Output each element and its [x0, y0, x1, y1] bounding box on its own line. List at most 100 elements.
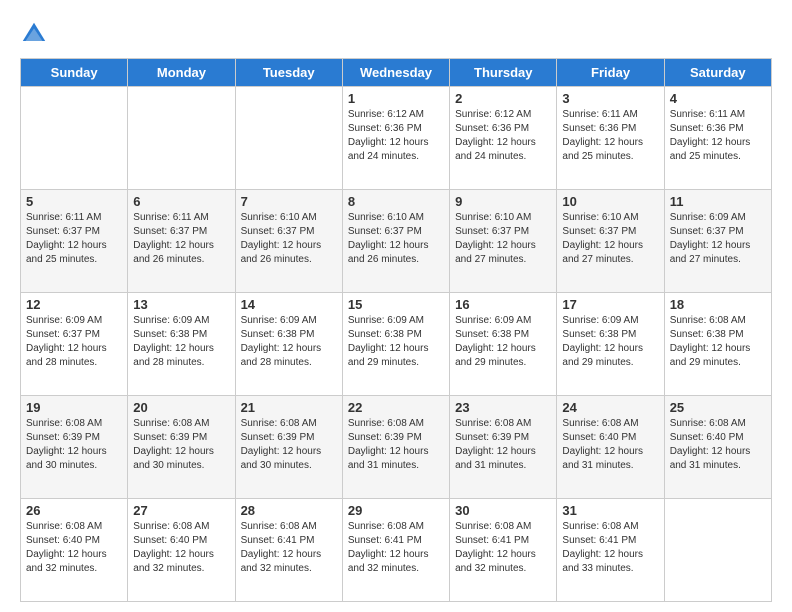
day-number: 9 [455, 194, 551, 209]
day-info: Sunrise: 6:09 AM Sunset: 6:37 PM Dayligh… [670, 211, 766, 267]
day-info: Sunrise: 6:08 AM Sunset: 6:39 PM Dayligh… [133, 417, 229, 473]
col-wednesday: Wednesday [342, 59, 449, 87]
day-number: 3 [562, 91, 658, 106]
day-number: 15 [348, 297, 444, 312]
day-info: Sunrise: 6:08 AM Sunset: 6:39 PM Dayligh… [26, 417, 122, 473]
table-row: 13Sunrise: 6:09 AM Sunset: 6:38 PM Dayli… [128, 293, 235, 396]
day-info: Sunrise: 6:08 AM Sunset: 6:40 PM Dayligh… [670, 417, 766, 473]
table-row: 7 Sunrise: 6:10 AM Sunset: 6:37 PM Daylig… [235, 190, 342, 293]
table-row [128, 87, 235, 190]
table-row: 22 Sunrise: 6:08 AM Sunset: 6:39 PM Dayli… [342, 396, 449, 499]
day-number: 16 [455, 297, 551, 312]
table-row: 11 Sunrise: 6:09 AM Sunset: 6:37 PM Dayli… [664, 190, 771, 293]
table-row: 28Sunrise: 6:08 AM Sunset: 6:41 PM Dayli… [235, 499, 342, 602]
col-sunday: Sunday [21, 59, 128, 87]
day-number: 4 [670, 91, 766, 106]
day-info: Sunrise: 6:11 AM Sunset: 6:36 PM Dayligh… [670, 108, 766, 164]
logo-icon [20, 20, 48, 48]
day-info: Sunrise: 6:10 AM Sunset: 6:37 PM Dayligh… [562, 211, 658, 267]
day-info: Sunrise: 6:12 AM Sunset: 6:36 PM Dayligh… [348, 108, 444, 164]
day-number: 7 [241, 194, 337, 209]
day-info: Sunrise: 6:11 AM Sunset: 6:36 PM Dayligh… [562, 108, 658, 164]
table-row: 31Sunrise: 6:08 AM Sunset: 6:41 PM Dayli… [557, 499, 664, 602]
day-number: 6 [133, 194, 229, 209]
table-row: 14 Sunrise: 6:09 AM Sunset: 6:38 PM Dayli… [235, 293, 342, 396]
day-info: Sunrise: 6:08 AM Sunset: 6:41 PM Dayligh… [455, 520, 551, 576]
day-info: Sunrise: 6:09 AM Sunset: 6:37 PM Dayligh… [26, 314, 122, 370]
day-info: Sunrise: 6:08 AM Sunset: 6:40 PM Dayligh… [562, 417, 658, 473]
table-row: 8 Sunrise: 6:10 AM Sunset: 6:37 PM Daylig… [342, 190, 449, 293]
table-row [235, 87, 342, 190]
table-row: 15 Sunrise: 6:09 AM Sunset: 6:38 PM Dayli… [342, 293, 449, 396]
day-number: 8 [348, 194, 444, 209]
table-row: 9 Sunrise: 6:10 AM Sunset: 6:37 PM Daylig… [450, 190, 557, 293]
day-number: 22 [348, 400, 444, 415]
day-info: Sunrise: 6:08 AM Sunset: 6:39 PM Dayligh… [241, 417, 337, 473]
day-info: Sunrise: 6:08 AM Sunset: 6:40 PM Dayligh… [26, 520, 122, 576]
table-row: 20Sunrise: 6:08 AM Sunset: 6:39 PM Dayli… [128, 396, 235, 499]
table-row: 4 Sunrise: 6:11 AM Sunset: 6:36 PM Daylig… [664, 87, 771, 190]
day-number: 2 [455, 91, 551, 106]
day-info: Sunrise: 6:10 AM Sunset: 6:37 PM Dayligh… [455, 211, 551, 267]
calendar-table: Sunday Monday Tuesday Wednesday Thursday… [20, 58, 772, 602]
day-info: Sunrise: 6:09 AM Sunset: 6:38 PM Dayligh… [348, 314, 444, 370]
day-number: 30 [455, 503, 551, 518]
table-row: 29 Sunrise: 6:08 AM Sunset: 6:41 PM Dayli… [342, 499, 449, 602]
calendar-week-row: 1 Sunrise: 6:12 AM Sunset: 6:36 PM Daylig… [21, 87, 772, 190]
calendar-header-row: Sunday Monday Tuesday Wednesday Thursday… [21, 59, 772, 87]
table-row: 24Sunrise: 6:08 AM Sunset: 6:40 PM Dayli… [557, 396, 664, 499]
day-info: Sunrise: 6:08 AM Sunset: 6:41 PM Dayligh… [348, 520, 444, 576]
day-number: 14 [241, 297, 337, 312]
day-number: 27 [133, 503, 229, 518]
day-number: 18 [670, 297, 766, 312]
calendar-week-row: 26 Sunrise: 6:08 AM Sunset: 6:40 PM Dayli… [21, 499, 772, 602]
header [20, 16, 772, 48]
table-row [21, 87, 128, 190]
day-number: 25 [670, 400, 766, 415]
table-row: 27 Sunrise: 6:08 AM Sunset: 6:40 PM Dayli… [128, 499, 235, 602]
col-tuesday: Tuesday [235, 59, 342, 87]
day-number: 29 [348, 503, 444, 518]
day-number: 11 [670, 194, 766, 209]
page: Sunday Monday Tuesday Wednesday Thursday… [0, 0, 792, 612]
day-number: 26 [26, 503, 122, 518]
table-row: 1 Sunrise: 6:12 AM Sunset: 6:36 PM Daylig… [342, 87, 449, 190]
day-number: 10 [562, 194, 658, 209]
table-row: 18 Sunrise: 6:08 AM Sunset: 6:38 PM Dayli… [664, 293, 771, 396]
calendar-week-row: 5 Sunrise: 6:11 AM Sunset: 6:37 PM Daylig… [21, 190, 772, 293]
day-number: 19 [26, 400, 122, 415]
logo [20, 16, 52, 48]
day-info: Sunrise: 6:09 AM Sunset: 6:38 PM Dayligh… [241, 314, 337, 370]
col-friday: Friday [557, 59, 664, 87]
table-row [664, 499, 771, 602]
day-info: Sunrise: 6:08 AM Sunset: 6:39 PM Dayligh… [455, 417, 551, 473]
day-info: Sunrise: 6:12 AM Sunset: 6:36 PM Dayligh… [455, 108, 551, 164]
table-row: 17 Sunrise: 6:09 AM Sunset: 6:38 PM Dayli… [557, 293, 664, 396]
table-row: 12 Sunrise: 6:09 AM Sunset: 6:37 PM Dayli… [21, 293, 128, 396]
table-row: 25 Sunrise: 6:08 AM Sunset: 6:40 PM Dayli… [664, 396, 771, 499]
day-info: Sunrise: 6:09 AM Sunset: 6:38 PM Dayligh… [562, 314, 658, 370]
day-number: 17 [562, 297, 658, 312]
day-number: 1 [348, 91, 444, 106]
table-row: 19 Sunrise: 6:08 AM Sunset: 6:39 PM Dayli… [21, 396, 128, 499]
table-row: 2 Sunrise: 6:12 AM Sunset: 6:36 PM Daylig… [450, 87, 557, 190]
day-info: Sunrise: 6:08 AM Sunset: 6:38 PM Dayligh… [670, 314, 766, 370]
col-thursday: Thursday [450, 59, 557, 87]
day-info: Sunrise: 6:11 AM Sunset: 6:37 PM Dayligh… [26, 211, 122, 267]
day-number: 23 [455, 400, 551, 415]
day-info: Sunrise: 6:08 AM Sunset: 6:40 PM Dayligh… [133, 520, 229, 576]
day-number: 12 [26, 297, 122, 312]
day-number: 5 [26, 194, 122, 209]
day-number: 21 [241, 400, 337, 415]
col-monday: Monday [128, 59, 235, 87]
table-row: 10 Sunrise: 6:10 AM Sunset: 6:37 PM Dayli… [557, 190, 664, 293]
day-info: Sunrise: 6:08 AM Sunset: 6:39 PM Dayligh… [348, 417, 444, 473]
col-saturday: Saturday [664, 59, 771, 87]
day-info: Sunrise: 6:10 AM Sunset: 6:37 PM Dayligh… [348, 211, 444, 267]
table-row: 16Sunrise: 6:09 AM Sunset: 6:38 PM Dayli… [450, 293, 557, 396]
table-row: 23 Sunrise: 6:08 AM Sunset: 6:39 PM Dayli… [450, 396, 557, 499]
table-row: 3 Sunrise: 6:11 AM Sunset: 6:36 PM Daylig… [557, 87, 664, 190]
table-row: 30 Sunrise: 6:08 AM Sunset: 6:41 PM Dayli… [450, 499, 557, 602]
day-info: Sunrise: 6:10 AM Sunset: 6:37 PM Dayligh… [241, 211, 337, 267]
day-info: Sunrise: 6:09 AM Sunset: 6:38 PM Dayligh… [133, 314, 229, 370]
